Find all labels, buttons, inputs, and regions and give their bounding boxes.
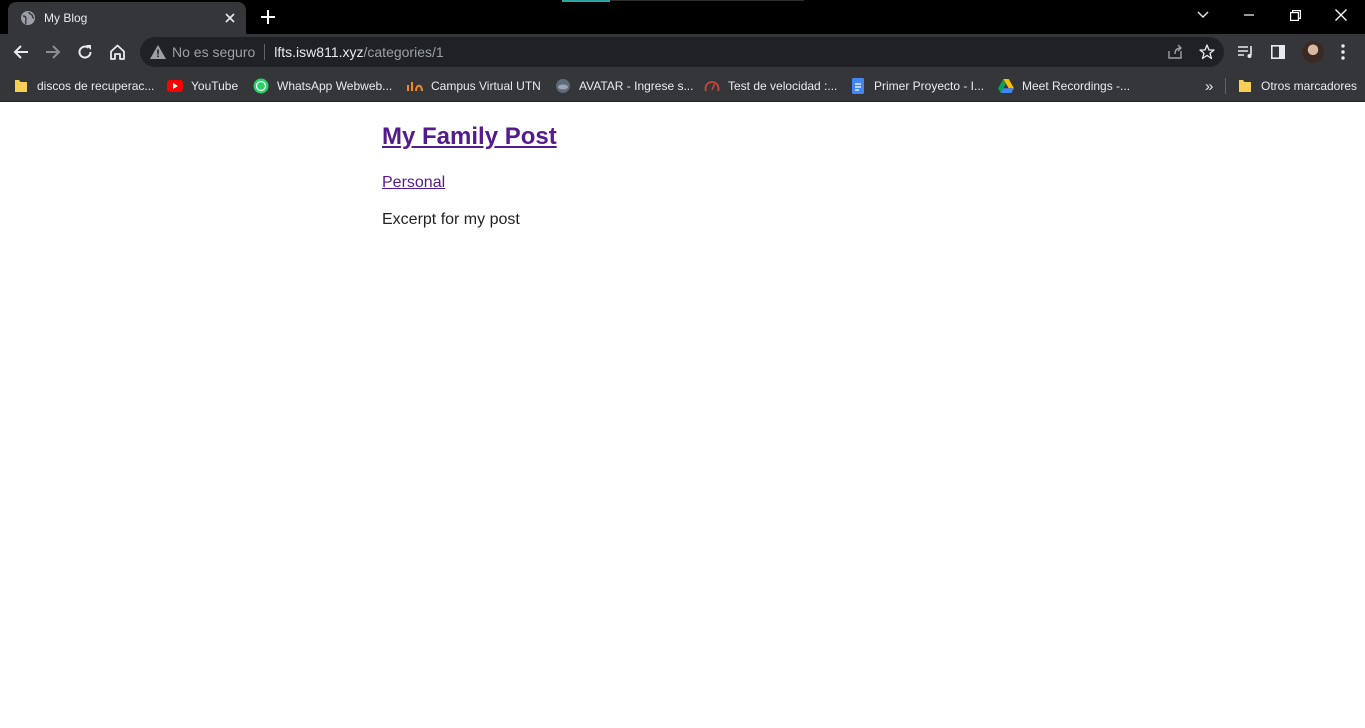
drive-icon: [998, 78, 1014, 94]
whatsapp-icon: [253, 78, 269, 94]
folder-icon: [1237, 78, 1253, 94]
post-category-link[interactable]: Personal: [382, 173, 445, 193]
side-panel-icon[interactable]: [1263, 37, 1293, 67]
back-button[interactable]: [6, 37, 36, 67]
restore-button[interactable]: [1272, 0, 1318, 30]
page-viewport: My Family Post Personal Excerpt for my p…: [0, 103, 1365, 728]
tab-divider: [610, 0, 804, 1]
post-excerpt: Excerpt for my post: [382, 211, 520, 228]
omnibox-divider: [264, 44, 266, 60]
tab-strip: My Blog: [0, 0, 1365, 34]
chevron-right-double-icon: »: [1205, 77, 1214, 95]
other-bookmarks-label: Otros marcadores: [1261, 79, 1358, 93]
menu-kebab-icon[interactable]: [1328, 37, 1358, 67]
close-tab-icon[interactable]: [220, 8, 240, 28]
profile-avatar[interactable]: [1302, 41, 1324, 63]
tab-search-icon[interactable]: [1180, 0, 1226, 30]
tab-group-accent: [562, 0, 610, 2]
post-article: My Family Post Personal Excerpt for my p…: [382, 123, 982, 230]
post-title-link[interactable]: My Family Post: [382, 123, 557, 151]
new-tab-button[interactable]: [256, 5, 280, 29]
tab-my-blog[interactable]: My Blog: [8, 2, 246, 34]
bookmark-campus[interactable]: Campus Virtual UTN: [407, 76, 541, 96]
other-bookmarks-folder[interactable]: Otros marcadores: [1237, 76, 1357, 96]
campus-icon: [407, 78, 423, 94]
speedtest-icon: [704, 78, 720, 94]
bookmark-label: WhatsApp Webweb...: [277, 79, 393, 93]
youtube-icon: [167, 78, 183, 94]
bookmark-primer-proyecto[interactable]: Primer Proyecto - I...: [850, 76, 984, 96]
bookmark-whatsapp[interactable]: WhatsApp Webweb...: [253, 76, 392, 96]
url-host[interactable]: lfts.isw811.xyz: [274, 44, 363, 60]
warning-icon[interactable]: [150, 44, 166, 60]
bookmark-label: Primer Proyecto - I...: [874, 79, 985, 93]
bookmark-avatar[interactable]: AVATAR - Ingrese s...: [555, 76, 693, 96]
bookmark-label: Test de velocidad :...: [728, 79, 838, 93]
folder-icon: [13, 78, 29, 94]
forward-button[interactable]: [38, 37, 68, 67]
globe-icon: [20, 10, 36, 26]
bookmark-label: Meet Recordings -...: [1022, 79, 1131, 93]
bookmark-label: Campus Virtual UTN: [431, 79, 541, 93]
minimize-button[interactable]: [1226, 0, 1272, 30]
url-path[interactable]: /categories/1: [364, 44, 444, 60]
bookmark-youtube[interactable]: YouTube: [167, 76, 238, 96]
reload-button[interactable]: [70, 37, 100, 67]
media-control-icon[interactable]: [1231, 37, 1261, 67]
bookmarks-divider: [1225, 78, 1226, 94]
bookmark-star-icon[interactable]: [1198, 43, 1216, 61]
tab-title: My Blog: [44, 11, 88, 25]
bookmark-discos[interactable]: discos de recuperac...: [13, 76, 154, 96]
avatar-site-icon: [555, 78, 571, 94]
docs-icon: [850, 78, 866, 94]
address-bar[interactable]: No es seguro lfts.isw811.xyz/categories/…: [140, 37, 1224, 67]
browser-toolbar: No es seguro lfts.isw811.xyz/categories/…: [0, 34, 1365, 70]
bookmark-label: YouTube: [191, 79, 239, 93]
bookmark-label: AVATAR - Ingrese s...: [579, 79, 694, 93]
close-window-button[interactable]: [1318, 0, 1364, 30]
share-icon[interactable]: [1166, 43, 1184, 61]
security-label[interactable]: No es seguro: [172, 44, 255, 60]
home-button[interactable]: [102, 37, 132, 67]
bookmark-meet-recordings[interactable]: Meet Recordings -...: [998, 76, 1130, 96]
bookmarks-overflow-button[interactable]: »: [1205, 76, 1213, 96]
bookmark-speedtest[interactable]: Test de velocidad :...: [704, 76, 837, 96]
bookmarks-bar: discos de recuperac... YouTube WhatsApp …: [0, 70, 1365, 102]
bookmark-label: discos de recuperac...: [37, 79, 155, 93]
